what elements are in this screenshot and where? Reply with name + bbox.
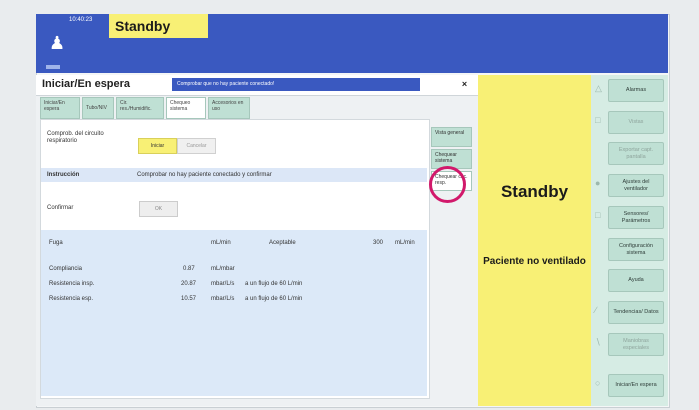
alarms-button[interactable]: Alarmas (608, 79, 664, 102)
settings-icon: ● (595, 178, 601, 188)
highlight-circle (429, 166, 466, 203)
tab-tubo[interactable]: Tubo/NIV (82, 97, 114, 119)
start-button[interactable]: Iniciar (138, 138, 177, 154)
sensors-parameters-button[interactable]: Sensores/ Parámetros (608, 206, 664, 229)
status-indicator (46, 65, 60, 69)
result-label: Resistencia insp. (49, 281, 95, 287)
person-icon: ♟ (49, 33, 66, 53)
result-note: a un flujo de 60 L/min (245, 281, 303, 287)
start-standby-dialog: Iniciar/En espera Comprobar que no hay p… (36, 75, 478, 406)
standby-subtitle: Paciente no ventilado (483, 256, 586, 267)
trends-data-button[interactable]: Tendencias/ Datos (608, 301, 664, 324)
tab-chequeo[interactable]: Chequeo sistema (166, 97, 206, 119)
bell-icon: △ (595, 83, 602, 93)
result-value: 20.87 (181, 281, 197, 287)
clock-time: 10:40:23 (69, 17, 93, 23)
leak-status: Aceptable (269, 240, 296, 246)
standby-title: Standby (500, 182, 569, 201)
instruction-text: Comprobar no hay paciente conectado y co… (137, 172, 272, 178)
tab-circuito[interactable]: Cir. res./Humidific. (116, 97, 164, 119)
result-unit: mbar/L/s (211, 296, 235, 302)
top-status-bar: 10:40:23 ♟ Standby (36, 14, 668, 73)
result-note: a un flujo de 60 L/min (245, 296, 303, 302)
views-icon: □ (595, 115, 601, 125)
results-table: Fuga mL/min Aceptable 300 mL/min Complia… (41, 230, 427, 396)
check-panel: Comprob. del circuito respiratorio Inici… (40, 119, 430, 399)
dialog-title: Iniciar/En espera (42, 78, 131, 90)
result-label: Resistencia esp. (49, 296, 94, 302)
views-button[interactable]: Vistas (608, 111, 664, 134)
help-button[interactable]: Ayuda (608, 269, 664, 292)
special-maneuvers-button[interactable]: Maniobras especiales (608, 333, 664, 356)
dialog-header: Iniciar/En espera Comprobar que no hay p… (36, 75, 478, 96)
result-unit: mbar/L/s (211, 281, 235, 287)
confirm-label: Confirmar (47, 205, 74, 211)
result-value: 0.87 (183, 266, 195, 272)
power-icon: ○ (595, 378, 601, 388)
standby-panel: Standby Paciente no ventilado (478, 75, 591, 406)
system-config-button[interactable]: Configuración sistema (608, 238, 664, 261)
screenshot-export-button[interactable]: Exportar capt. pantalla (608, 142, 664, 165)
tab-iniciar[interactable]: Iniciar/En espera (40, 97, 80, 119)
instruction-row: Instrucción Comprobar no hay paciente co… (41, 168, 427, 182)
start-standby-button[interactable]: Iniciar/En espera (608, 374, 664, 397)
cancel-button[interactable]: Cancelar (177, 138, 216, 154)
mode-badge: Standby (109, 14, 208, 38)
leak-unit: mL/min (211, 240, 231, 246)
result-label: Compliancia (49, 266, 83, 272)
trend-icon: ∕ (595, 305, 597, 315)
close-icon[interactable]: × (457, 78, 472, 91)
maneuver-icon: ∖ (595, 337, 601, 347)
check-label: Comprob. del circuito respiratorio (47, 131, 104, 144)
alert-message: Comprobar que no hay paciente conectado! (172, 78, 420, 91)
ok-button[interactable]: OK (139, 201, 178, 217)
result-value: 10.57 (181, 296, 197, 302)
leak-value-unit: mL/min (395, 240, 415, 246)
instruction-label: Instrucción (47, 172, 80, 178)
right-button-panel: △ Alarmas □ Vistas Exportar capt. pantal… (591, 75, 668, 406)
result-unit: mL/mbar (211, 266, 235, 272)
tab-accesorios[interactable]: Accesorios en uso (208, 97, 250, 119)
leak-value: 300 (373, 240, 384, 246)
ventilator-settings-button[interactable]: Ajustes del ventilador (608, 174, 664, 197)
leak-label: Fuga (49, 240, 63, 246)
sensor-icon: □ (595, 210, 601, 220)
side-tab-overview[interactable]: Vista general (431, 127, 472, 147)
